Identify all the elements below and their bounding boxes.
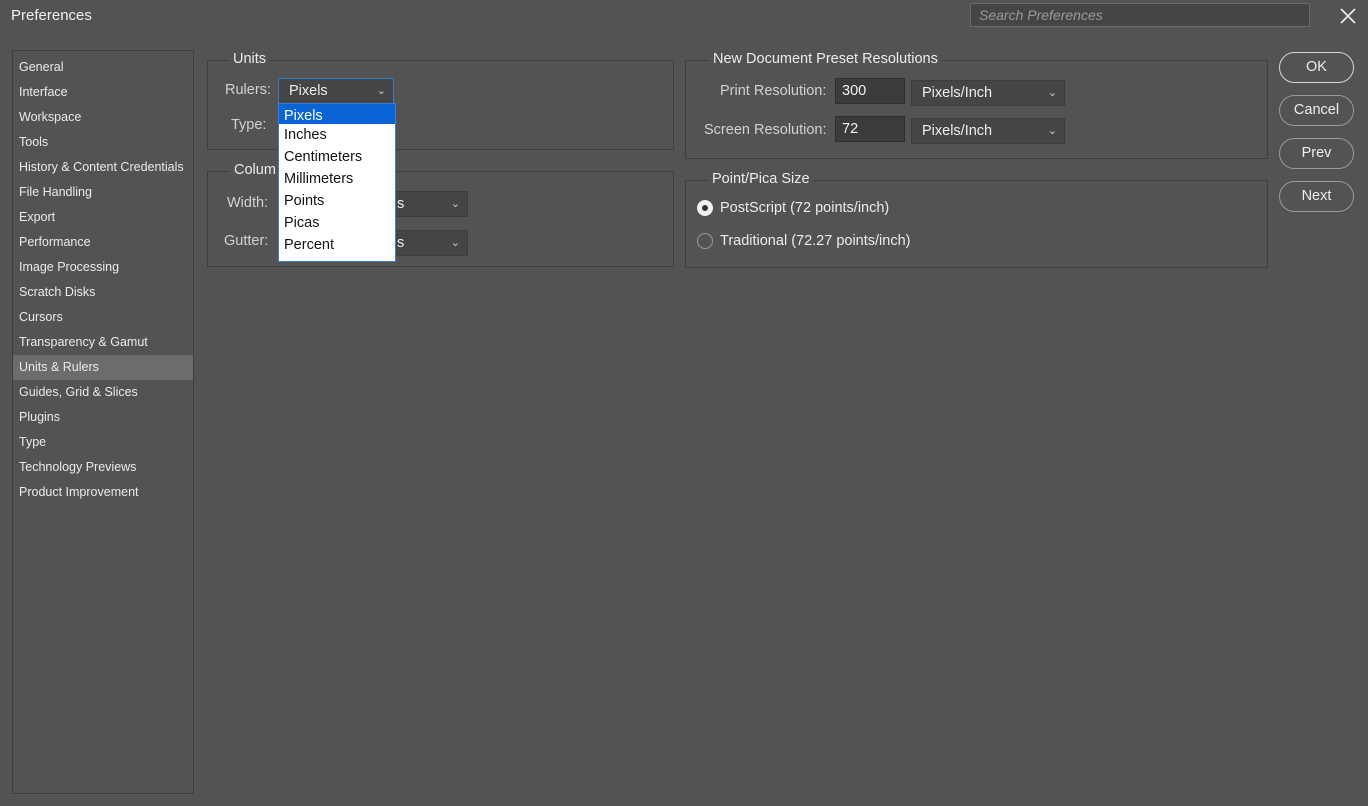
sidebar-item-scratch-disks[interactable]: Scratch Disks	[13, 280, 193, 305]
sidebar-item-cursors[interactable]: Cursors	[13, 305, 193, 330]
sidebar-item-export[interactable]: Export	[13, 205, 193, 230]
sidebar-item-transparency[interactable]: Transparency & Gamut	[13, 330, 193, 355]
point-pica-legend: Point/Pica Size	[708, 171, 814, 187]
traditional-label[interactable]: Traditional (72.27 points/inch)	[720, 233, 910, 249]
sidebar-item-type[interactable]: Type	[13, 430, 193, 455]
screen-resolution-unit-value: Pixels/Inch	[922, 123, 993, 139]
postscript-radio[interactable]	[697, 200, 713, 216]
sidebar-item-file-handling[interactable]: File Handling	[13, 180, 193, 205]
dropdown-option-points[interactable]: Points	[279, 190, 395, 212]
rulers-select-value: Pixels	[289, 83, 328, 99]
sidebar-item-history[interactable]: History & Content Credentials	[13, 155, 193, 180]
width-label: Width:	[227, 195, 269, 211]
preferences-sidebar: General Interface Workspace Tools Histor…	[12, 50, 194, 794]
gutter-label: Gutter:	[224, 233, 269, 249]
sidebar-item-workspace[interactable]: Workspace	[13, 105, 193, 130]
cancel-button[interactable]: Cancel	[1279, 95, 1354, 126]
chevron-down-icon: ⌄	[450, 198, 460, 210]
dropdown-option-millimeters[interactable]: Millimeters	[279, 168, 395, 190]
sidebar-item-general[interactable]: General	[13, 55, 193, 80]
chevron-down-icon: ⌄	[376, 85, 386, 97]
next-button[interactable]: Next	[1279, 181, 1354, 212]
postscript-label[interactable]: PostScript (72 points/inch)	[720, 200, 889, 216]
sidebar-item-technology-previews[interactable]: Technology Previews	[13, 455, 193, 480]
dropdown-option-picas[interactable]: Picas	[279, 212, 395, 234]
sidebar-item-plugins[interactable]: Plugins	[13, 405, 193, 430]
close-button[interactable]	[1336, 4, 1360, 28]
sidebar-item-units-rulers[interactable]: Units & Rulers	[13, 355, 193, 380]
dropdown-option-centimeters[interactable]: Centimeters	[279, 146, 395, 168]
screen-resolution-unit-select[interactable]: Pixels/Inch ⌄	[911, 118, 1065, 144]
resolutions-group	[685, 60, 1268, 159]
chevron-down-icon: ⌄	[1047, 125, 1057, 137]
screen-resolution-label: Screen Resolution:	[704, 122, 827, 138]
units-legend: Units	[229, 51, 271, 67]
resolutions-legend: New Document Preset Resolutions	[709, 51, 942, 67]
search-box[interactable]	[970, 3, 1310, 27]
rulers-dropdown-list: Pixels Inches Centimeters Millimeters Po…	[278, 103, 396, 262]
column-size-legend: Colum	[230, 162, 280, 178]
dropdown-option-pixels[interactable]: Pixels	[279, 104, 395, 124]
traditional-radio[interactable]	[697, 233, 713, 249]
close-icon[interactable]	[1336, 4, 1360, 28]
print-resolution-label: Print Resolution:	[720, 83, 827, 99]
rulers-label: Rulers:	[225, 82, 271, 98]
point-pica-group	[685, 180, 1268, 268]
chevron-down-icon: ⌄	[1047, 87, 1057, 99]
rulers-select[interactable]: Pixels ⌄	[278, 78, 394, 104]
title-bar: Preferences	[0, 0, 1368, 32]
sidebar-item-guides[interactable]: Guides, Grid & Slices	[13, 380, 193, 405]
sidebar-item-interface[interactable]: Interface	[13, 80, 193, 105]
print-resolution-unit-value: Pixels/Inch	[922, 85, 993, 101]
sidebar-item-tools[interactable]: Tools	[13, 130, 193, 155]
type-label: Type:	[231, 117, 267, 133]
dropdown-option-inches[interactable]: Inches	[279, 124, 395, 146]
search-input[interactable]	[971, 4, 1309, 26]
sidebar-item-image-processing[interactable]: Image Processing	[13, 255, 193, 280]
screen-resolution-input[interactable]: 72	[835, 116, 905, 142]
ok-button[interactable]: OK	[1279, 52, 1354, 83]
chevron-down-icon: ⌄	[450, 237, 460, 249]
sidebar-item-product-improvement[interactable]: Product Improvement	[13, 480, 193, 505]
dropdown-option-percent[interactable]: Percent	[279, 234, 395, 256]
window-title: Preferences	[11, 7, 92, 24]
sidebar-item-performance[interactable]: Performance	[13, 230, 193, 255]
print-resolution-input[interactable]: 300	[835, 78, 905, 104]
print-resolution-unit-select[interactable]: Pixels/Inch ⌄	[911, 80, 1065, 106]
prev-button[interactable]: Prev	[1279, 138, 1354, 169]
